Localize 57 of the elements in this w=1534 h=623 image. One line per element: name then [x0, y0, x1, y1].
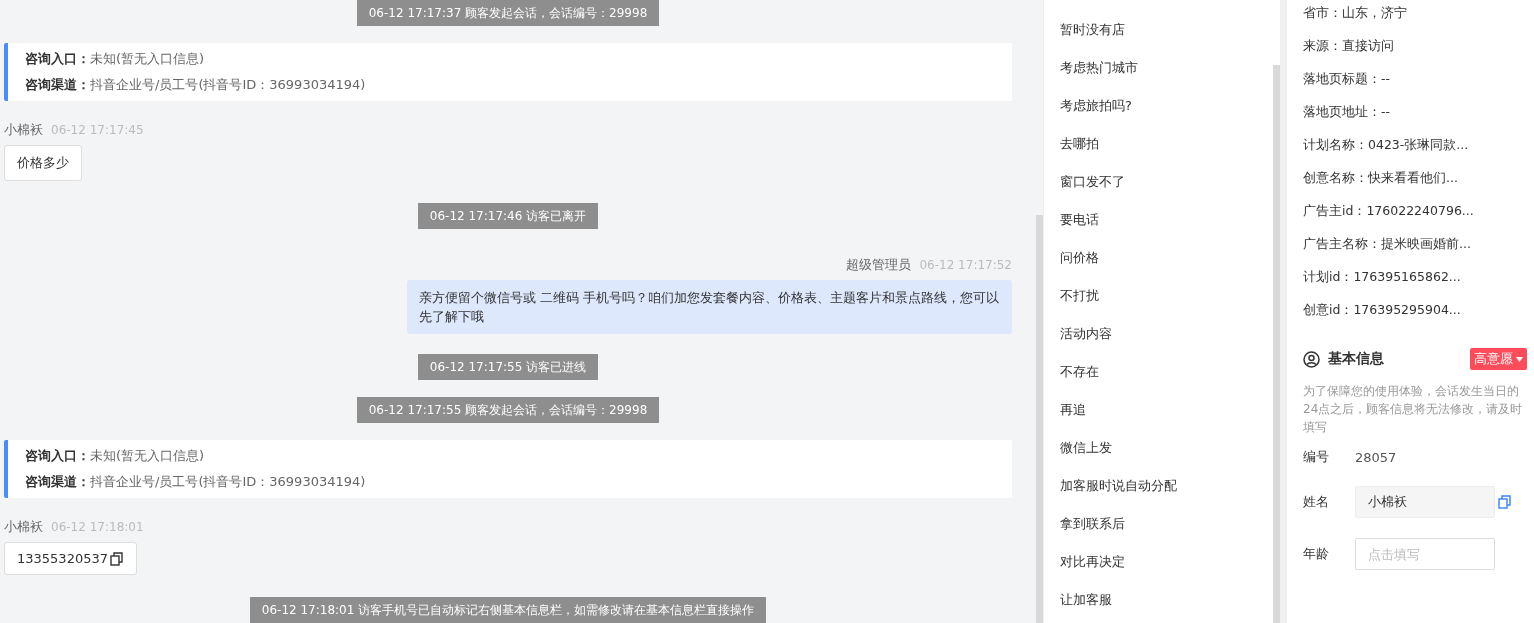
visitor-info-line: 创意id：176395295904... [1303, 301, 1462, 319]
scrollbar-thumb[interactable] [1036, 215, 1043, 623]
visitor-info-line: 落地页标题：-- [1303, 70, 1392, 88]
visitor-info-line: 省市：山东，济宁 [1303, 4, 1408, 22]
input-field[interactable]: 点击填写 [1355, 538, 1495, 570]
field-label: 年龄 [1303, 545, 1330, 563]
info-note: 为了保障您的使用体验，会话发生当日的24点之后，顾客信息将无法修改，请及时填写 [1303, 383, 1524, 436]
visitor-info-line: 计划id：176395165862... [1303, 268, 1462, 286]
sender-name: 小棉袄 [4, 121, 43, 139]
quick-reply-item[interactable]: 不打扰 [1060, 286, 1257, 305]
quick-reply-item[interactable]: 考虑旅拍吗? [1060, 96, 1257, 115]
visitor-info-line: 落地页地址：-- [1303, 103, 1392, 121]
message-time: 06-12 17:17:52 [919, 258, 1012, 272]
quick-reply-item[interactable]: 窗口发不了 [1060, 172, 1257, 191]
field-value: 28057 [1355, 449, 1397, 465]
sender-name: 超级管理员 [846, 256, 912, 274]
quick-reply-item[interactable]: 活动内容 [1060, 324, 1257, 343]
entry-info-line: 咨询渠道：抖音企业号/员工号(抖音号ID：36993034194) [25, 76, 367, 94]
field-label: 姓名 [1303, 493, 1330, 511]
customer-message: 13355320537 [4, 542, 137, 575]
customer-message: 价格多少 [4, 145, 82, 181]
agent-message: 亲方便留个微信号或 二维码 手机号吗？咱们加您发套餐内容、价格表、主题客片和景点路线，您可以先了解下哦 [407, 280, 1012, 334]
entry-info-line: 咨询渠道：抖音企业号/员工号(抖音号ID：36993034194) [25, 473, 367, 491]
visitor-info-line: 计划名称：0423-张琳同款... [1303, 136, 1470, 154]
quick-reply-item[interactable]: 再追 [1060, 400, 1257, 419]
quick-reply-item[interactable]: 加客服时说自动分配 [1060, 476, 1257, 495]
quick-reply-item[interactable]: 让加客服 [1060, 590, 1257, 609]
quick-reply-item[interactable]: 考虑热门城市 [1060, 58, 1257, 77]
field-label: 编号 [1303, 448, 1330, 466]
visitor-info-line: 来源：直接访问 [1303, 37, 1395, 55]
entry-info-line: 咨询入口：未知(暂无入口信息) [25, 50, 206, 68]
section-title: 基本信息 [1328, 350, 1385, 368]
name-field[interactable]: 小棉袄 [1355, 486, 1495, 518]
sender-name: 小棉袄 [4, 518, 43, 536]
system-notice: 06-12 17:18:01 访客手机号已自动标记右侧基本信息栏，如需修改请在基本信息栏直接操作 [249, 597, 767, 623]
copy-icon[interactable] [110, 551, 124, 566]
scrollbar-thumb[interactable] [1273, 65, 1280, 623]
system-notice: 06-12 17:17:46 访客已离开 [417, 203, 599, 229]
quick-reply-item[interactable]: 问价格 [1060, 248, 1257, 267]
caret-icon [1516, 356, 1523, 362]
visitor-info-line: 广告主名称：提米映画婚前... [1303, 235, 1472, 253]
quick-reply-item[interactable]: 拿到联系后 [1060, 514, 1257, 533]
entry-info-line: 咨询入口：未知(暂无入口信息) [25, 447, 206, 465]
system-notice: 06-12 17:17:55 顾客发起会话，会话编号：29998 [356, 397, 660, 423]
quick-reply-item[interactable]: 微信上发 [1060, 438, 1257, 457]
message-time: 06-12 17:17:45 [51, 123, 144, 137]
quick-reply-item[interactable]: 对比再决定 [1060, 552, 1257, 571]
quick-reply-item[interactable]: 不存在 [1060, 362, 1257, 381]
quick-reply-item[interactable]: 暂时没有店 [1060, 20, 1257, 39]
user-icon [1303, 350, 1320, 368]
visitor-info-line: 广告主id：176022240796... [1303, 202, 1475, 220]
message-time: 06-12 17:18:01 [51, 520, 144, 534]
system-notice: 06-12 17:17:55 访客已进线 [417, 354, 599, 380]
quick-reply-item[interactable]: 要电话 [1060, 210, 1257, 229]
system-notice: 06-12 17:17:37 顾客发起会话，会话编号：29998 [356, 0, 660, 26]
quick-reply-item[interactable]: 去哪拍 [1060, 134, 1257, 153]
visitor-info-line: 创意名称：快来看看他们... [1303, 169, 1459, 187]
